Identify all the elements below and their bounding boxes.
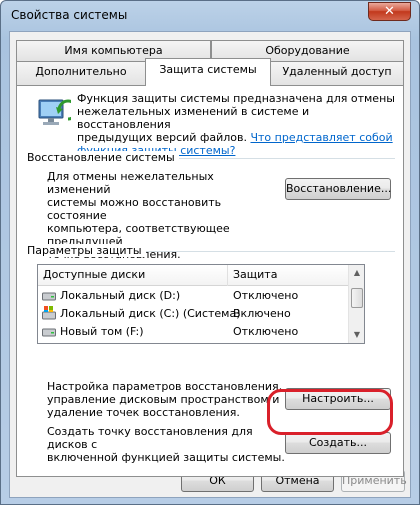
list-header: Доступные диски Защита <box>38 265 349 286</box>
restore-group-title: Восстановление системы <box>27 151 179 164</box>
list-item[interactable]: Новый том (F:) Отключено <box>38 323 356 341</box>
system-drive-icon <box>42 306 56 320</box>
tab-system-protection[interactable]: Защита системы <box>145 58 271 86</box>
intro-line-1: Функция защиты системы предназначена для… <box>77 92 395 105</box>
intro-line-2: нежелательных изменений в системе и восс… <box>77 105 310 131</box>
drive-status: Отключено <box>233 325 299 338</box>
tab-remote[interactable]: Удаленный доступ <box>270 61 404 85</box>
title-bar[interactable]: Свойства системы ✕ <box>1 1 419 31</box>
create-highlight-annotation <box>267 389 393 435</box>
drive-name: Локальный диск (D:) <box>60 289 181 302</box>
drive-status: Включено <box>233 307 291 320</box>
drives-list[interactable]: Доступные диски Защита Локальный диск (D… <box>37 264 365 344</box>
scroll-thumb[interactable] <box>351 288 363 308</box>
configure-description: Настройка параметров восстановления, упр… <box>47 380 287 419</box>
protection-group-title: Параметры защиты <box>27 244 146 257</box>
drive-name: Новый том (F:) <box>60 325 144 338</box>
tab-advanced[interactable]: Дополнительно <box>16 61 146 85</box>
column-separator <box>227 265 228 286</box>
configure-line-1: Настройка параметров восстановления, <box>47 380 283 393</box>
close-button[interactable]: ✕ <box>368 2 411 21</box>
system-protection-icon <box>38 99 71 125</box>
scroll-down-arrow-icon[interactable]: ▼ <box>349 327 364 343</box>
scroll-up-arrow-icon[interactable]: ▲ <box>349 265 364 281</box>
configure-line-3: удаление точек восстановления. <box>47 406 240 419</box>
create-description: Создать точку восстановления для дисков … <box>47 425 287 464</box>
list-scrollbar[interactable]: ▲ ▼ <box>348 265 364 343</box>
create-button[interactable]: Создать... <box>285 432 391 454</box>
intro-line-3: предыдущих версий файлов. <box>77 131 247 144</box>
column-drives[interactable]: Доступные диски <box>43 268 145 281</box>
list-item[interactable]: Локальный диск (C:) (Система) Включено <box>38 305 356 323</box>
window-title: Свойства системы <box>11 8 128 22</box>
drive-icon <box>42 292 56 301</box>
drive-icon <box>42 328 56 337</box>
create-line-1: Создать точку восстановления для дисков … <box>47 425 253 451</box>
restore-line-1: Для отмены нежелательных изменений <box>47 170 214 196</box>
create-line-2: включенной функцией защиты системы. <box>47 451 285 464</box>
system-properties-window: Свойства системы ✕ Имя компьютера Оборуд… <box>0 0 420 505</box>
list-item[interactable]: Локальный диск (D:) Отключено <box>38 287 356 305</box>
configure-line-2: управление дисковым пространством и <box>47 393 280 406</box>
restore-button[interactable]: Восстановление... <box>285 178 391 200</box>
drive-name: Локальный диск (C:) (Система) <box>60 307 241 320</box>
intro-text: Функция защиты системы предназначена для… <box>77 92 397 157</box>
column-protection[interactable]: Защита <box>233 268 277 281</box>
what-is-protection-link[interactable]: Что представляет собой <box>250 131 392 144</box>
restore-line-2: системы можно восстановить состояние <box>47 196 222 222</box>
drive-status: Отключено <box>233 289 299 302</box>
